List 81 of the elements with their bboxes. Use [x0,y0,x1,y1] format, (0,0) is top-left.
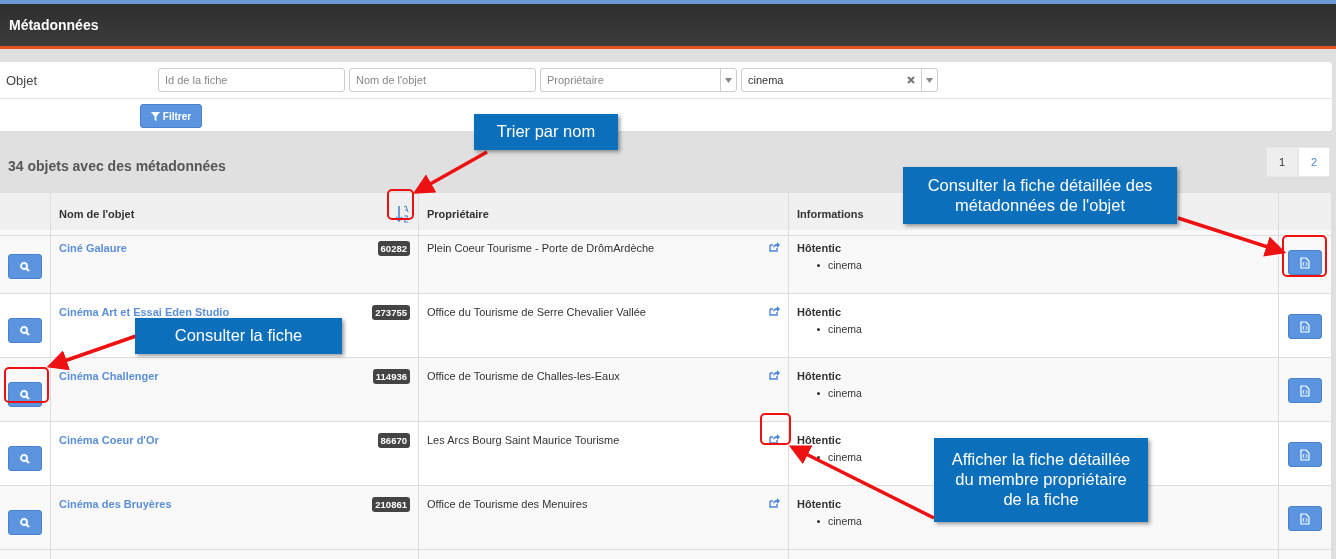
bullet-icon [817,519,820,523]
external-link-icon[interactable] [769,370,780,380]
bullet-icon [817,327,820,331]
search-button[interactable] [8,510,42,535]
page-link[interactable]: 2 [1298,147,1330,177]
text-field[interactable]: Id de la fiche [158,68,345,92]
info-tag: cinema [828,514,862,528]
bullet-icon [817,263,820,267]
column-header: Nom de l'objet [59,208,135,220]
external-link-icon[interactable] [769,498,780,508]
info-title: Hôtentic [797,434,841,446]
select-field[interactable]: Propriétaire [540,68,737,92]
document-button[interactable] [1288,378,1322,403]
info-tag: cinema [828,450,862,464]
search-icon [20,389,30,400]
page-title: Métadonnées [9,17,99,33]
object-name-link[interactable]: Cinéma Art et Essai Eden Studio [59,306,230,318]
external-link-icon[interactable] [769,242,780,252]
bullet-icon [817,455,820,459]
id-badge: 60282 [377,241,410,256]
info-title: Hôtentic [797,370,841,382]
dropdown-caret-icon[interactable] [725,77,732,83]
clear-icon[interactable] [907,76,915,84]
id-badge: 86670 [377,433,410,448]
search-button[interactable] [8,382,42,407]
dropdown-caret-icon[interactable] [926,77,933,83]
search-button[interactable] [8,318,42,343]
info-tag: cinema [828,258,862,272]
document-button[interactable] [1288,506,1322,531]
filter-label: Objet [6,72,39,88]
filter-icon [150,111,160,121]
highlight-frame [760,413,791,445]
select-field[interactable]: cinema [741,68,938,92]
callout-box: Afficher la fiche détaillée du membre propriétaire de la fiche [934,438,1148,522]
owner-name: Plein Coeur Tourisme - Porte de DrômArdèche [427,242,655,254]
document-icon [1300,320,1310,333]
search-icon [20,517,30,528]
page-link[interactable]: 1 [1266,147,1298,177]
object-name-link[interactable]: Ciné Galaure [59,242,127,254]
column-header: Propriétaire [427,208,489,220]
object-name-link[interactable]: Cinéma Coeur d'Or [59,434,159,446]
id-badge: 273755 [372,305,410,320]
bullet-icon [817,391,820,395]
owner-name: Les Arcs Bourg Saint Maurice Tourisme [427,434,620,446]
document-icon [1300,512,1310,525]
callout-box: Trier par nom [474,114,618,150]
info-title: Hôtentic [797,242,841,254]
search-icon [20,453,30,464]
document-icon [1300,384,1310,397]
id-badge: 114936 [372,369,410,384]
search-button[interactable] [8,446,42,471]
results-count: 34 objets avec des métadonnées [8,157,226,174]
document-icon [1300,256,1310,269]
external-link-icon[interactable] [769,306,780,316]
object-name-link[interactable]: Cinéma des Bruyères [59,498,172,510]
search-icon [20,261,30,272]
callout-box: Consulter la fiche détaillée des métadonnées de l'objet [903,167,1177,224]
text-field[interactable]: Nom de l'objet [349,68,536,92]
id-badge: 210861 [372,497,410,512]
owner-name: Office du Tourisme de Serre Chevalier Vallée [427,306,646,318]
owner-name: Office de Tourisme des Menuires [427,498,588,510]
highlight-frame [4,367,49,403]
document-button[interactable] [1288,314,1322,339]
info-title: Hôtentic [797,306,841,318]
search-button[interactable] [8,254,42,279]
info-title: Hôtentic [797,498,841,510]
column-header: Informations [797,208,864,220]
sort-icon[interactable] [396,205,410,223]
object-name-link[interactable]: Cinéma Challenger [59,370,159,382]
document-icon [1300,448,1310,461]
info-tag: cinema [828,322,862,336]
document-button[interactable] [1288,250,1322,275]
callout-box: Consulter la fiche [135,318,342,354]
document-button[interactable] [1288,442,1322,467]
search-icon [20,325,30,336]
highlight-frame [387,189,414,220]
external-link-icon[interactable] [769,434,780,444]
highlight-frame [1282,235,1327,277]
filter-button[interactable]: Filtrer [140,104,202,128]
owner-name: Office de Tourisme de Challes-les-Eaux [427,370,620,382]
info-tag: cinema [828,386,862,400]
